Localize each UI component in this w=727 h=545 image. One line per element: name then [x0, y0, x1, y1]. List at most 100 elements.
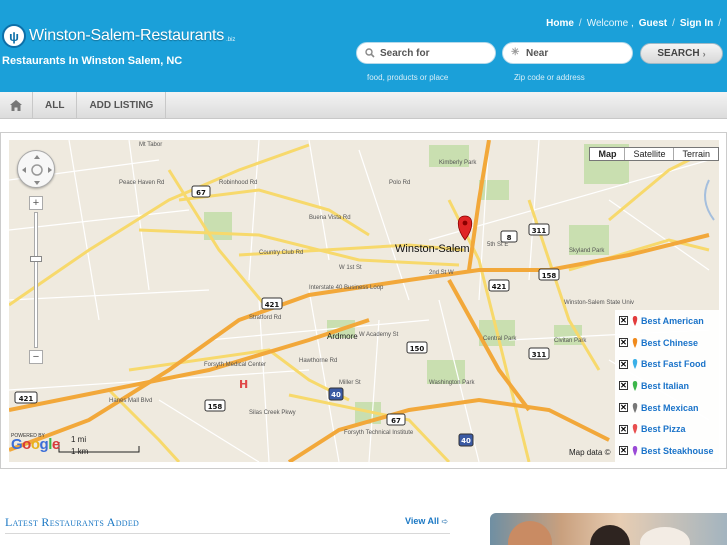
view-all-link[interactable]: View All ➪	[405, 516, 448, 526]
legend-label[interactable]: Best Steakhouse	[641, 446, 714, 456]
near-hint: Zip code or address	[514, 73, 585, 82]
search-for-hint: food, products or place	[367, 73, 449, 82]
svg-text:H: H	[239, 378, 248, 391]
nav-all[interactable]: ALL	[33, 92, 78, 118]
legend-label[interactable]: Best Fast Food	[641, 359, 706, 369]
map-label: Forsyth Technical Institute	[344, 430, 414, 436]
zoom-out-button[interactable]: −	[29, 350, 43, 364]
map-label: W 1st St	[339, 265, 362, 271]
legend-checkbox[interactable]: ✕	[619, 359, 628, 369]
map-label: Winston-Salem State Univ	[564, 300, 635, 306]
legend-label[interactable]: Best American	[641, 316, 704, 326]
legend-item[interactable]: ✕ Best Pizza	[615, 418, 719, 440]
legend-item[interactable]: ✕ Best Fast Food	[615, 353, 719, 375]
map-center-label: Winston-Salem	[395, 243, 470, 255]
top-navigation: Home / Welcome , Guest / Sign In /	[546, 18, 721, 29]
map-label: 5th St E	[487, 242, 509, 248]
legend-checkbox[interactable]: ✕	[619, 446, 628, 456]
svg-text:8: 8	[507, 234, 512, 242]
map-label: Forsyth Medical Center	[204, 362, 267, 368]
map-pin-icon	[632, 402, 638, 413]
legend-checkbox[interactable]: ✕	[619, 338, 628, 348]
map-label: Buena Vista Rd	[309, 215, 351, 221]
legend-checkbox[interactable]: ✕	[619, 316, 628, 326]
legend-label[interactable]: Best Italian	[641, 381, 689, 391]
near-input[interactable]: ✳ Near	[502, 42, 633, 64]
map-pin-icon	[632, 315, 638, 326]
svg-text:150: 150	[410, 345, 425, 353]
google-map[interactable]: 67 421 8 311 158 150 421 311 158 40 67 4…	[9, 140, 719, 462]
legend-item[interactable]: ✕ Best Steakhouse	[615, 440, 719, 462]
username: Guest	[638, 18, 668, 29]
svg-text:40: 40	[461, 437, 471, 445]
legend-label[interactable]: Best Pizza	[641, 424, 686, 434]
svg-text:421: 421	[492, 283, 507, 291]
map-type-terrain[interactable]: Terrain	[673, 148, 718, 160]
map-label: Peace Haven Rd	[119, 180, 165, 186]
svg-text:311: 311	[532, 351, 547, 359]
search-for-input[interactable]: Search for	[356, 42, 496, 64]
latest-restaurants-heading: Latest Restaurants Added	[5, 515, 140, 529]
zoom-in-button[interactable]: +	[29, 196, 43, 210]
map-label: Central Park	[483, 336, 517, 342]
map-label: Stratford Rd	[249, 315, 282, 321]
map-container: 67 421 8 311 158 150 421 311 158 40 67 4…	[0, 132, 727, 469]
google-logo[interactable]: Google	[11, 436, 60, 453]
legend-label[interactable]: Best Chinese	[641, 338, 698, 348]
welcome-text: Welcome ,	[586, 18, 634, 29]
promo-photo	[490, 513, 727, 545]
map-type-satellite[interactable]: Satellite	[624, 148, 673, 160]
legend-label[interactable]: Best Mexican	[641, 403, 699, 413]
site-name: Winston-Salem-Restaurants	[29, 27, 225, 44]
map-pin-icon	[632, 359, 638, 370]
pan-control[interactable]	[17, 150, 55, 188]
separator: /	[578, 18, 582, 29]
map-label: Hawthorne Rd	[299, 358, 338, 364]
map-type-map[interactable]: Map	[590, 148, 624, 160]
legend-checkbox[interactable]: ✕	[619, 381, 628, 391]
svg-text:311: 311	[532, 227, 547, 235]
map-label: W Academy St	[359, 332, 399, 338]
legend-item[interactable]: ✕ Best American	[615, 310, 719, 332]
nav-add-listing[interactable]: ADD LISTING	[77, 92, 167, 118]
home-nav-button[interactable]	[0, 92, 33, 118]
legend-item[interactable]: ✕ Best Chinese	[615, 332, 719, 354]
zoom-thumb[interactable]	[30, 256, 42, 262]
legend-checkbox[interactable]: ✕	[619, 424, 628, 434]
map-scale: 1 mi 1 km	[59, 435, 88, 456]
svg-text:421: 421	[19, 395, 34, 403]
search-button[interactable]: SEARCH ›	[640, 43, 723, 64]
svg-text:158: 158	[542, 272, 557, 280]
home-icon	[10, 99, 22, 111]
map-pin-icon	[632, 424, 638, 435]
search-button-label: SEARCH	[657, 48, 700, 59]
map-pin-icon	[632, 337, 638, 348]
scale-miles: 1 mi	[71, 435, 87, 444]
map-label: Kimberly Park	[439, 160, 477, 166]
pan-arrows-icon	[22, 155, 52, 185]
map-label: Country Club Rd	[259, 250, 304, 256]
map-label: Robinhood Rd	[219, 180, 258, 186]
map-label: Ardmore	[327, 332, 358, 341]
map-data-attribution[interactable]: Map data ©	[569, 448, 610, 457]
site-logo[interactable]: ψ Winston-Salem-Restaurants .biz	[2, 24, 235, 48]
zoom-track[interactable]	[34, 212, 38, 348]
map-label: Interstate 40 Business Loop	[309, 285, 384, 291]
category-nav: ALL ADD LISTING	[0, 92, 727, 119]
near-placeholder: Near	[526, 47, 549, 59]
legend-item[interactable]: ✕ Best Mexican	[615, 397, 719, 419]
chevron-right-icon: ›	[702, 48, 706, 59]
legend-item[interactable]: ✕ Best Italian	[615, 375, 719, 397]
map-label: Mt Tabor	[139, 142, 163, 148]
site-tagline: Restaurants In Winston Salem, NC	[2, 55, 183, 67]
restaurant-legend: ✕ Best American ✕ Best Chinese ✕ Best Fa…	[615, 310, 719, 462]
site-header: ψ Winston-Salem-Restaurants .biz Restaur…	[0, 0, 727, 92]
home-link[interactable]: Home	[546, 18, 574, 29]
legend-checkbox[interactable]: ✕	[619, 403, 628, 413]
zoom-slider[interactable]: + −	[29, 196, 43, 364]
sign-in-link[interactable]: Sign In	[680, 18, 713, 29]
svg-text:40: 40	[331, 391, 341, 399]
svg-text:67: 67	[391, 417, 401, 425]
map-pin-icon	[632, 445, 638, 456]
site-name-suffix: .biz	[226, 37, 236, 43]
